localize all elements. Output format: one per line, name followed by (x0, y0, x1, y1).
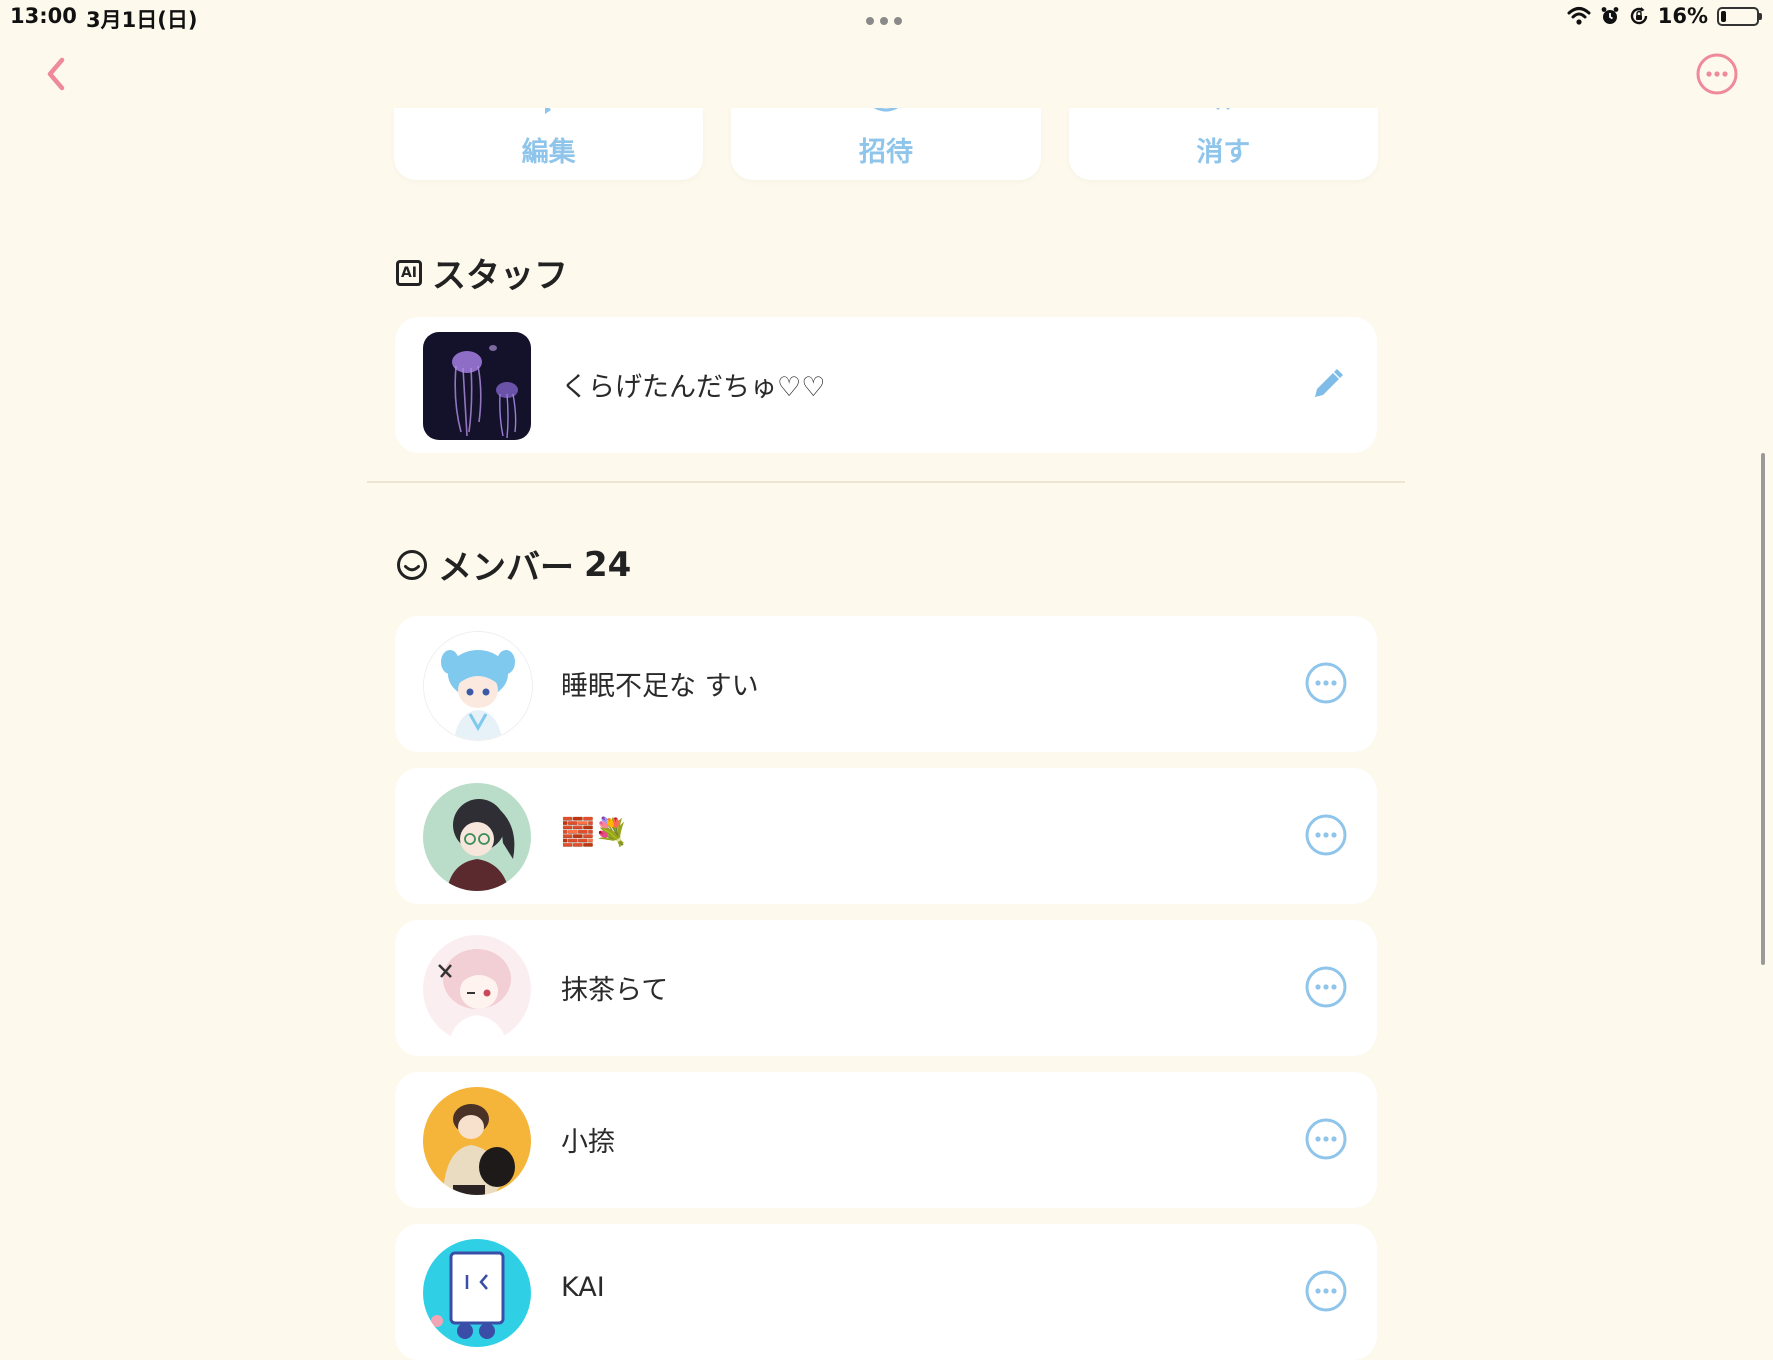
alarm-icon (1601, 7, 1619, 24)
status-date: 3月1日(日) (86, 8, 198, 32)
battery-icon (1717, 6, 1762, 26)
member-name: 抹茶らて (561, 975, 669, 1006)
dark-hair-glasses-avatar (423, 783, 531, 891)
smile-icon (397, 549, 427, 580)
chevron-left-icon (47, 57, 65, 91)
orange-bg-boy-avatar (423, 1087, 531, 1195)
invite-action-button[interactable]: 招待 (731, 108, 1041, 180)
multitasking-dots[interactable] (866, 17, 902, 25)
edit-action-label: 編集 (521, 137, 576, 168)
battery-percent: 16% (1657, 4, 1708, 28)
status-time: 13:00 (10, 4, 77, 28)
pink-hair-girl-avatar (423, 935, 531, 1043)
staff-section-title: AI スタッフ (396, 248, 568, 297)
status-bar: 13:00 3月1日(日) 16% (0, 0, 1773, 36)
members-title: メンバー (438, 548, 574, 588)
member-row[interactable]: 睡眠不足な すい (395, 616, 1377, 752)
more-circle-icon[interactable] (1304, 1269, 1348, 1313)
more-circle-icon[interactable] (1304, 1117, 1348, 1161)
invite-action-label: 招待 (858, 137, 913, 168)
trash-icon (1216, 108, 1230, 110)
staff-name: くらげたんだちゅ♡♡ (561, 372, 826, 403)
pencil-icon (1315, 369, 1343, 397)
section-divider (367, 481, 1405, 483)
member-name: 小捺 (561, 1127, 615, 1158)
edit-staff-button[interactable] (1307, 365, 1347, 405)
member-name: KAI (561, 1272, 605, 1303)
invite-icon (873, 108, 899, 112)
pencil-icon (544, 108, 551, 114)
scrollbar[interactable] (1761, 453, 1765, 965)
rotation-lock-icon (1630, 7, 1647, 25)
more-circle-icon[interactable] (1304, 965, 1348, 1009)
member-name: 🧱💐 (561, 817, 629, 848)
more-options-button[interactable] (1695, 52, 1739, 96)
more-circle-icon[interactable] (1304, 661, 1348, 705)
member-row[interactable]: 抹茶らて (395, 920, 1377, 1056)
blue-hair-girl-avatar (423, 631, 533, 741)
more-circle-icon[interactable] (1304, 813, 1348, 857)
members-section-title: メンバー 24 (396, 540, 631, 589)
member-row[interactable]: 小捺 (395, 1072, 1377, 1208)
back-button[interactable] (38, 52, 74, 96)
member-name: 睡眠不足な すい (561, 671, 759, 702)
member-row[interactable]: 🧱💐 (395, 768, 1377, 904)
wifi-icon (1567, 7, 1591, 25)
edit-action-button[interactable]: 編集 (394, 108, 704, 180)
member-row[interactable]: KAI (395, 1224, 1377, 1360)
jellyfish-avatar (423, 332, 531, 440)
delete-action-label: 消す (1196, 137, 1251, 168)
group-actions: 編集 招待 消す (394, 108, 1378, 180)
cyan-character-avatar (423, 1239, 531, 1347)
delete-action-button[interactable]: 消す (1068, 108, 1378, 180)
staff-title: スタッフ (432, 256, 568, 296)
status-indicators: 16% (1567, 4, 1762, 28)
ai-badge-icon: AI (396, 259, 422, 286)
members-count: 24 (584, 544, 632, 585)
staff-row[interactable]: くらげたんだちゅ♡♡ (395, 317, 1377, 453)
